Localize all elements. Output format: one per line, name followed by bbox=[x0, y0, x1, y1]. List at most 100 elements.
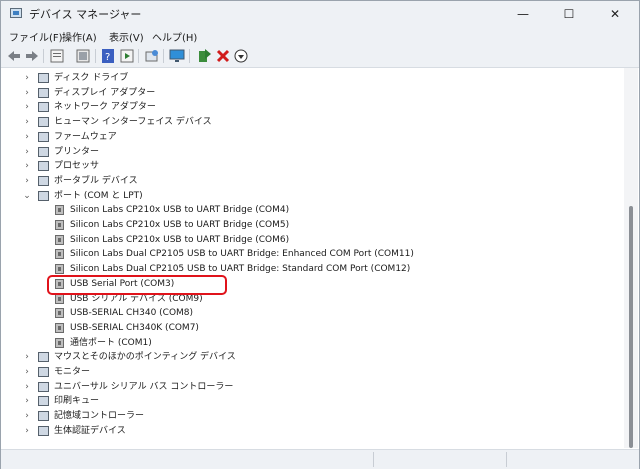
tree-device-label: USB-SERIAL CH340 (COM8) bbox=[70, 308, 194, 319]
tree-category-label: プリンター bbox=[54, 146, 100, 157]
close-button[interactable]: ✕ bbox=[592, 1, 638, 27]
device-tree[interactable]: › ディスク ドライブ › ディスプレイ アダプター › ネットワーク アダプター › ヒュー… bbox=[1, 68, 623, 448]
tree-device-label: Silicon Labs Dual CP2105 USB to UART Bri… bbox=[70, 249, 414, 260]
download-icon[interactable] bbox=[233, 48, 249, 64]
menu-action[interactable]: 操作(A) bbox=[62, 29, 97, 44]
chevron-down-icon[interactable]: ⌄ bbox=[22, 189, 32, 203]
tree-device-row[interactable]: Silicon Labs CP210x USB to UART Bridge (… bbox=[1, 233, 621, 247]
chevron-right-icon[interactable]: › bbox=[22, 115, 32, 129]
hid-icon bbox=[38, 117, 49, 128]
tree-category-label: マウスとそのほかのポインティング デバイス bbox=[54, 352, 236, 363]
tree-device-row[interactable]: Silicon Labs Dual CP2105 USB to UART Bri… bbox=[1, 262, 621, 276]
tree-device-row[interactable]: Silicon Labs CP210x USB to UART Bridge (… bbox=[1, 218, 621, 232]
monitor-icon[interactable] bbox=[169, 48, 185, 64]
tree-category-label: ディスク ドライブ bbox=[54, 73, 129, 83]
tree-category-label: ポータブル デバイス bbox=[54, 175, 138, 186]
tree-category-row[interactable]: › マウスとそのほかのポインティング デバイス bbox=[1, 350, 621, 364]
title-bar[interactable]: デバイス マネージャー — ☐ ✕ bbox=[1, 1, 639, 27]
port-icon bbox=[55, 220, 64, 230]
monitor-icon bbox=[38, 367, 49, 377]
chevron-right-icon[interactable]: › bbox=[22, 409, 32, 423]
chevron-right-icon[interactable]: › bbox=[22, 365, 32, 379]
tree-category-label: ネットワーク アダプター bbox=[54, 102, 156, 113]
tree-category-row[interactable]: › ネットワーク アダプター bbox=[1, 100, 621, 114]
back-arrow-icon[interactable] bbox=[6, 48, 22, 64]
chevron-right-icon[interactable]: › bbox=[22, 159, 32, 173]
chevron-right-icon[interactable]: › bbox=[22, 130, 32, 144]
forward-arrow-icon[interactable] bbox=[24, 48, 40, 64]
network-adapter-icon bbox=[38, 102, 49, 113]
tree-device-row[interactable]: USB-SERIAL CH340K (COM7) bbox=[1, 321, 621, 335]
tree-category-row[interactable]: › プリンター bbox=[1, 145, 621, 159]
chevron-right-icon[interactable]: › bbox=[22, 86, 32, 100]
scrollbar-thumb[interactable] bbox=[629, 206, 633, 448]
tree-device-row[interactable]: 通信ポート (COM1) bbox=[1, 336, 621, 350]
port-icon bbox=[55, 249, 64, 260]
chevron-right-icon[interactable]: › bbox=[22, 100, 32, 114]
device-manager-icon bbox=[10, 8, 22, 18]
chevron-right-icon[interactable]: › bbox=[22, 424, 32, 438]
tree-device-label: 通信ポート (COM1) bbox=[70, 337, 152, 348]
add-driver-icon[interactable] bbox=[196, 48, 212, 64]
tree-category-row[interactable]: ⌄ ポート (COM と LPT) bbox=[1, 189, 621, 203]
menu-view[interactable]: 表示(V) bbox=[109, 29, 144, 44]
tree-category-label: ヒューマン インターフェイス デバイス bbox=[54, 117, 212, 128]
tree-device-label: Silicon Labs Dual CP2105 USB to UART Bri… bbox=[70, 264, 411, 275]
chevron-right-icon[interactable]: › bbox=[22, 380, 32, 394]
tree-device-label: Silicon Labs CP210x USB to UART Bridge (… bbox=[70, 234, 290, 245]
maximize-button[interactable]: ☐ bbox=[546, 1, 592, 27]
tree-device-row[interactable]: Silicon Labs Dual CP2105 USB to UART Bri… bbox=[1, 247, 621, 261]
window-title: デバイス マネージャー bbox=[29, 8, 142, 21]
chevron-right-icon[interactable]: › bbox=[22, 145, 32, 159]
minimize-button[interactable]: — bbox=[500, 1, 546, 27]
tree-category-row[interactable]: › ヒューマン インターフェイス デバイス bbox=[1, 115, 621, 129]
tree-category-row[interactable]: › ポータブル デバイス bbox=[1, 174, 621, 188]
tree-category-row[interactable]: › ユニバーサル シリアル バス コントローラー bbox=[1, 380, 621, 394]
biometric-icon bbox=[38, 425, 49, 436]
scan-hardware-icon[interactable] bbox=[144, 48, 160, 64]
tree-category-row[interactable]: › 印刷キュー bbox=[1, 394, 621, 408]
chevron-right-icon[interactable]: › bbox=[22, 394, 32, 408]
status-divider bbox=[506, 452, 507, 467]
uninstall-icon[interactable] bbox=[215, 48, 231, 64]
tree-category-row[interactable]: › プロセッサ bbox=[1, 159, 621, 173]
firmware-icon bbox=[38, 131, 49, 142]
tree-category-row[interactable]: › ディスク ドライブ bbox=[1, 71, 621, 85]
toolbar-separator bbox=[163, 49, 164, 63]
port-icon bbox=[55, 293, 64, 304]
toolbar-separator bbox=[189, 49, 190, 63]
tree-category-row[interactable]: › ディスプレイ アダプター bbox=[1, 86, 621, 100]
properties-icon[interactable] bbox=[49, 48, 65, 64]
toolbar-separator bbox=[95, 49, 96, 63]
list-icon[interactable] bbox=[119, 48, 135, 64]
printer-icon bbox=[38, 146, 49, 157]
help-icon[interactable]: ? bbox=[100, 48, 116, 64]
view-icon[interactable] bbox=[75, 48, 91, 64]
tree-device-label: Silicon Labs CP210x USB to UART Bridge (… bbox=[70, 220, 290, 230]
processor-icon bbox=[38, 161, 49, 172]
chevron-right-icon[interactable]: › bbox=[22, 174, 32, 188]
tree-category-row[interactable]: › 生体認証デバイス bbox=[1, 424, 621, 438]
menu-help[interactable]: ヘルプ(H) bbox=[152, 29, 197, 44]
tree-category-label: プロセッサ bbox=[54, 161, 100, 172]
mouse-icon bbox=[38, 352, 49, 363]
disk-drive-icon bbox=[38, 73, 49, 83]
menu-file[interactable]: ファイル(F) bbox=[9, 29, 63, 44]
tree-category-row[interactable]: › 記憶域コントローラー bbox=[1, 409, 621, 423]
tree-category-row[interactable]: › モニター bbox=[1, 365, 621, 379]
chevron-right-icon[interactable]: › bbox=[22, 350, 32, 364]
vertical-scrollbar[interactable] bbox=[624, 68, 638, 448]
tree-category-label: ポート (COM と LPT) bbox=[54, 190, 143, 201]
menu-bar: ファイル(F) 操作(A) 表示(V) ヘルプ(H) bbox=[1, 27, 639, 45]
port-icon bbox=[55, 337, 64, 348]
tree-device-row[interactable]: Silicon Labs CP210x USB to UART Bridge (… bbox=[1, 203, 621, 217]
toolbar: ? bbox=[1, 45, 639, 68]
display-adapter-icon bbox=[38, 87, 49, 98]
toolbar-separator bbox=[138, 49, 139, 63]
tree-device-row[interactable]: USB-SERIAL CH340 (COM8) bbox=[1, 306, 621, 320]
tree-category-row[interactable]: › ファームウェア bbox=[1, 130, 621, 144]
svg-text:?: ? bbox=[105, 52, 110, 63]
chevron-right-icon[interactable]: › bbox=[22, 71, 32, 85]
tree-category-label: モニター bbox=[54, 367, 91, 377]
usb-controller-icon bbox=[38, 381, 49, 392]
